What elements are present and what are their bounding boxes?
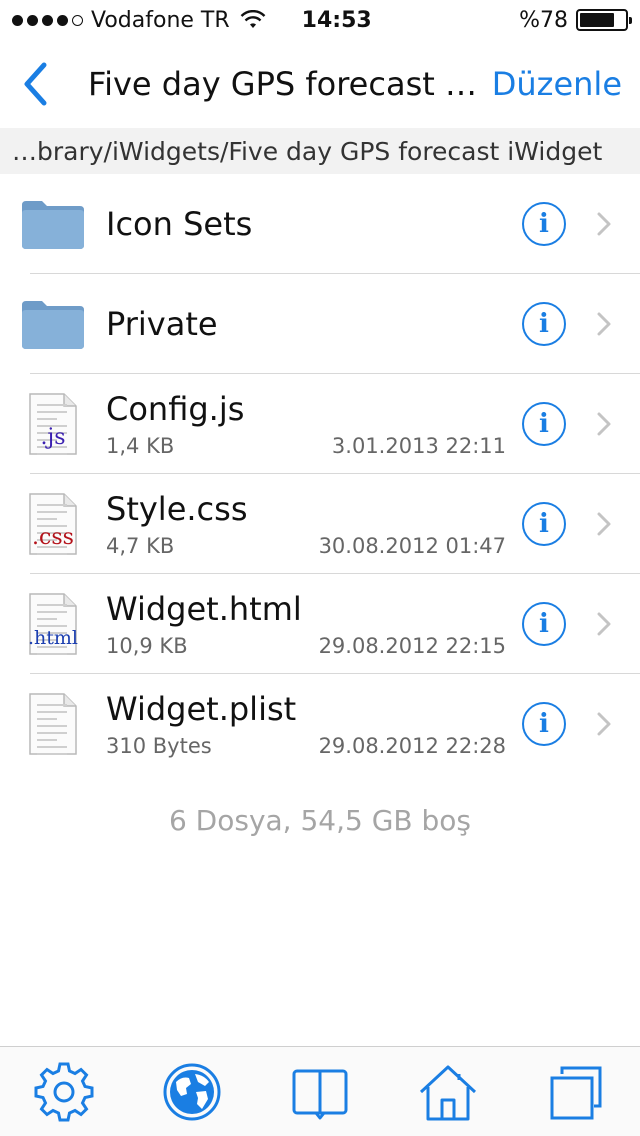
tab-home[interactable] — [408, 1052, 488, 1132]
clock: 14:53 — [301, 7, 372, 33]
file-name: Widget.html — [106, 590, 302, 628]
html-file-icon: .html — [0, 574, 106, 674]
status-bar: Vodafone TR 14:53 %78 — [0, 0, 640, 40]
info-icon[interactable]: i — [522, 202, 566, 246]
chevron-right-icon — [597, 712, 611, 736]
file-size: 4,7 KB — [106, 534, 175, 558]
battery-level — [580, 13, 615, 27]
info-icon[interactable]: i — [522, 402, 566, 446]
file-type-badge: .js — [40, 425, 65, 450]
file-size: 1,4 KB — [106, 434, 175, 458]
file-type-badge: .html — [28, 627, 78, 649]
chevron-right-icon — [597, 512, 611, 536]
info-icon[interactable]: i — [522, 502, 566, 546]
file-name: Icon Sets — [106, 205, 253, 243]
chevron-left-icon — [24, 62, 47, 106]
info-icon[interactable]: i — [522, 602, 566, 646]
chevron-right-icon — [597, 212, 611, 236]
file-size: 10,9 KB — [106, 634, 188, 658]
edit-button[interactable]: Düzenle — [492, 65, 622, 103]
file-date: 30.08.2012 01:47 — [318, 534, 506, 558]
tab-windows[interactable] — [536, 1052, 616, 1132]
plist-file-icon — [0, 674, 106, 774]
signal-strength-icon — [12, 14, 83, 26]
windows-icon — [550, 1066, 602, 1119]
file-date: 3.01.2013 22:11 — [331, 434, 506, 458]
tab-web[interactable] — [152, 1052, 232, 1132]
book-icon — [292, 1069, 348, 1119]
file-size: 310 Bytes — [106, 734, 212, 758]
tab-bookmarks[interactable] — [280, 1052, 360, 1132]
js-file-icon: .js — [0, 374, 106, 474]
globe-icon — [163, 1063, 221, 1120]
chevron-right-icon — [597, 612, 611, 636]
file-date: 29.08.2012 22:15 — [318, 634, 506, 658]
folder-icon — [0, 274, 106, 374]
file-date: 29.08.2012 22:28 — [318, 734, 506, 758]
info-icon[interactable]: i — [522, 702, 566, 746]
file-row-private[interactable]: Private i — [0, 274, 640, 374]
file-row-style-css[interactable]: .css Style.css 4,7 KB 30.08.2012 01:47 i — [0, 474, 640, 574]
tab-bar — [0, 1046, 640, 1136]
file-type-badge: .css — [32, 525, 74, 550]
breadcrumb: …brary/iWidgets/Five day GPS forecast iW… — [0, 128, 640, 174]
gear-icon — [34, 1062, 94, 1121]
battery-percentage: %78 — [519, 7, 568, 33]
chevron-right-icon — [597, 312, 611, 336]
css-file-icon: .css — [0, 474, 106, 574]
battery-icon — [576, 9, 632, 31]
file-row-widget-plist[interactable]: Widget.plist 310 Bytes 29.08.2012 22:28 i — [0, 674, 640, 774]
file-name: Private — [106, 305, 218, 343]
folder-icon — [0, 174, 106, 274]
file-count-summary: 6 Dosya, 54,5 GB boş — [168, 804, 472, 837]
page-title: Five day GPS forecast iWidget — [88, 65, 480, 103]
carrier-name: Vodafone TR — [91, 7, 230, 33]
back-button[interactable] — [0, 40, 70, 128]
wifi-icon — [240, 10, 266, 28]
tab-settings[interactable] — [24, 1052, 104, 1132]
info-icon[interactable]: i — [522, 302, 566, 346]
file-row-icon-sets[interactable]: Icon Sets i — [0, 174, 640, 274]
file-row-config-js[interactable]: .js Config.js 1,4 KB 3.01.2013 22:11 i — [0, 374, 640, 474]
navigation-bar: Five day GPS forecast iWidget Düzenle — [0, 40, 640, 128]
file-row-widget-html[interactable]: .html Widget.html 10,9 KB 29.08.2012 22:15 i — [0, 574, 640, 674]
file-list: Icon Sets i Private i .js Config.js 1,4 KB 3.01… — [0, 174, 640, 774]
chevron-right-icon — [597, 412, 611, 436]
file-name: Config.js — [106, 390, 245, 428]
home-icon — [419, 1065, 477, 1120]
file-name: Style.css — [106, 490, 248, 528]
file-name: Widget.plist — [106, 690, 297, 728]
